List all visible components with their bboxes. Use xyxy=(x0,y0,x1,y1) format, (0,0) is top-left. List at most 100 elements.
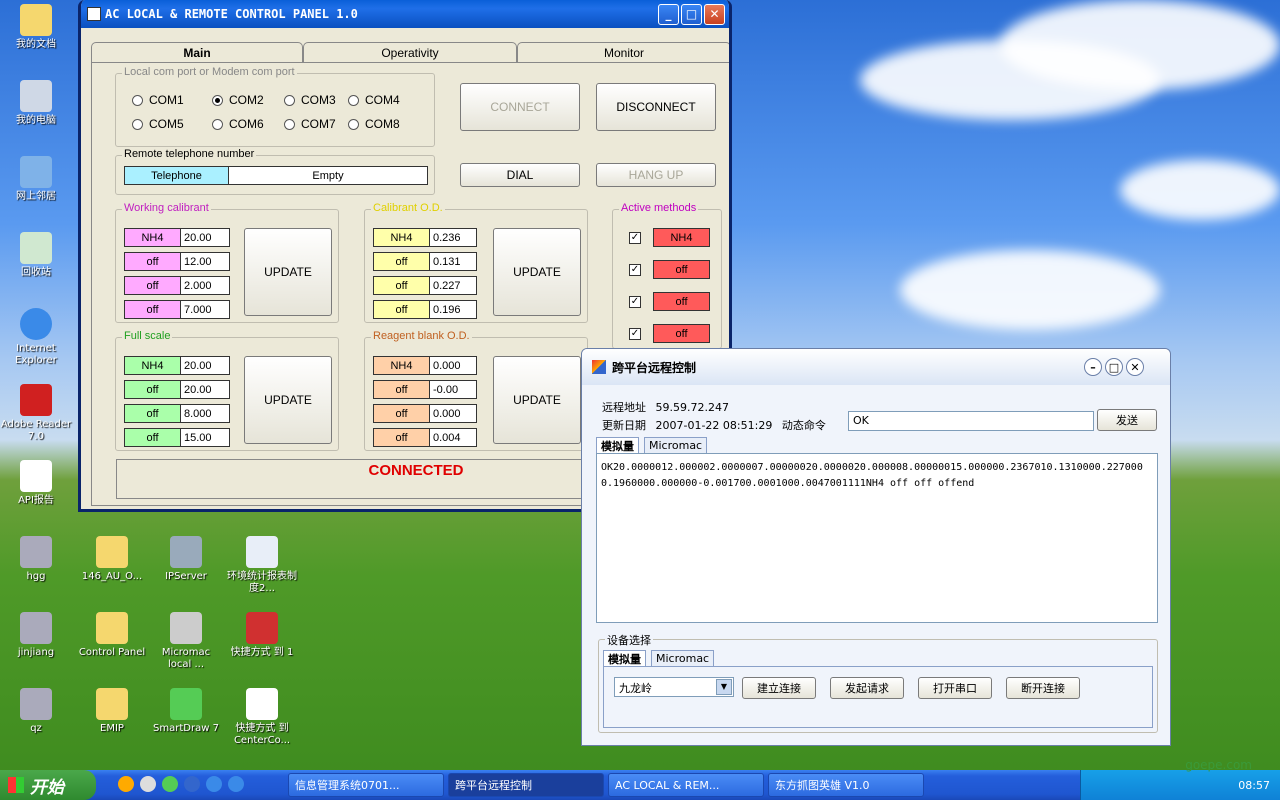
update-full-scale-button[interactable]: UPDATE xyxy=(244,356,332,444)
establish-connection-button[interactable]: 建立连接 xyxy=(742,677,816,699)
connect-button[interactable]: CONNECT xyxy=(460,83,580,131)
internet-explorer-icon[interactable]: Internet Explorer xyxy=(0,308,72,367)
telephone-field[interactable]: Empty xyxy=(228,166,428,185)
word-document-icon[interactable]: 环境统计报表制度2... xyxy=(226,536,298,595)
folder-icon[interactable]: 146_AU_O... xyxy=(76,536,148,583)
shortcut-phone-icon[interactable]: 快捷方式 到 1 xyxy=(226,612,298,659)
jinjiang-icon[interactable]: jinjiang xyxy=(0,612,72,659)
wc-value[interactable]: 12.00 xyxy=(180,252,230,271)
rb-value[interactable]: 0.000 xyxy=(429,356,477,375)
radio-com6[interactable]: COM6 xyxy=(212,117,264,131)
wc-value[interactable]: 20.00 xyxy=(180,228,230,247)
radio-com1[interactable]: COM1 xyxy=(132,93,184,107)
rb-value[interactable]: 0.004 xyxy=(429,428,477,447)
radio-com8[interactable]: COM8 xyxy=(348,117,400,131)
method-checkbox[interactable]: ✓ xyxy=(629,328,641,340)
close-button[interactable]: ✕ xyxy=(1126,358,1144,376)
network-places-icon[interactable]: 网上邻居 xyxy=(0,156,72,203)
maximize-button[interactable]: □ xyxy=(1105,358,1123,376)
command-input[interactable]: OK xyxy=(848,411,1094,431)
send-request-button[interactable]: 发起请求 xyxy=(830,677,904,699)
quick-launch-icon[interactable] xyxy=(118,776,134,792)
cod-value[interactable]: 0.196 xyxy=(429,300,477,319)
recycle-bin-icon[interactable]: 回收站 xyxy=(0,232,72,279)
minimize-button[interactable]: – xyxy=(1084,358,1102,376)
dial-button[interactable]: DIAL xyxy=(460,163,580,187)
radio-com7[interactable]: COM7 xyxy=(284,117,336,131)
tab-main[interactable]: Main xyxy=(91,42,303,62)
fs-value[interactable]: 20.00 xyxy=(180,380,230,399)
task-control-panel[interactable]: AC LOCAL & REM... xyxy=(608,773,764,797)
emip-folder-icon[interactable]: EMIP xyxy=(76,688,148,735)
maximize-button[interactable]: □ xyxy=(681,3,702,25)
radio-label: COM5 xyxy=(149,117,184,131)
output-textarea[interactable]: OK20.0000012.000002.0000007.00000020.000… xyxy=(596,453,1158,623)
api-report-icon[interactable]: API报告 xyxy=(0,460,72,507)
cod-value[interactable]: 0.131 xyxy=(429,252,477,271)
full-scale-group: Full scale NH4 20.00 off 20.00 off 8.000… xyxy=(115,330,339,451)
close-button[interactable]: ✕ xyxy=(704,3,725,25)
tab-operativity[interactable]: Operativity xyxy=(303,42,517,62)
start-button[interactable]: 开始 xyxy=(0,770,96,800)
fs-value[interactable]: 20.00 xyxy=(180,356,230,375)
fs-label: off xyxy=(124,404,181,423)
rb-value[interactable]: 0.000 xyxy=(429,404,477,423)
wc-value[interactable]: 2.000 xyxy=(180,276,230,295)
quick-launch-icon[interactable] xyxy=(140,776,156,792)
fs-value[interactable]: 15.00 xyxy=(180,428,230,447)
device-tab-analog[interactable]: 模拟量 xyxy=(603,650,646,666)
update-reagent-blank-button[interactable]: UPDATE xyxy=(493,356,581,444)
hgg-icon[interactable]: hgg xyxy=(0,536,72,583)
cod-value[interactable]: 0.236 xyxy=(429,228,477,247)
radio-com2[interactable]: COM2 xyxy=(212,93,264,107)
method-checkbox[interactable]: ✓ xyxy=(629,296,641,308)
tab-micromac[interactable]: Micromac xyxy=(644,437,708,453)
cod-label: off xyxy=(373,276,430,295)
shortcut-centerco-icon[interactable]: 快捷方式 到 CenterCo... xyxy=(226,688,298,747)
fs-value[interactable]: 8.000 xyxy=(180,404,230,423)
date-label: 更新日期 xyxy=(602,419,646,432)
device-tab-micromac[interactable]: Micromac xyxy=(651,650,715,666)
ipserver-icon[interactable]: IPServer xyxy=(150,536,222,583)
my-computer-icon[interactable]: 我的电脑 xyxy=(0,80,72,127)
hangup-button[interactable]: HANG UP xyxy=(596,163,716,187)
working-calibrant-group: Working calibrant NH4 20.00 off 12.00 of… xyxy=(115,202,339,323)
wc-value[interactable]: 7.000 xyxy=(180,300,230,319)
quick-launch-icon[interactable] xyxy=(228,776,244,792)
my-documents-icon[interactable]: 我的文档 xyxy=(0,4,72,51)
smartdraw-icon[interactable]: SmartDraw 7 xyxy=(150,688,222,735)
control-panel-icon[interactable]: Control Panel xyxy=(76,612,148,659)
open-serial-button[interactable]: 打开串口 xyxy=(918,677,992,699)
cod-value[interactable]: 0.227 xyxy=(429,276,477,295)
task-info-system[interactable]: 信息管理系统0701... xyxy=(288,773,444,797)
clock[interactable]: 08:57 xyxy=(1238,779,1270,792)
update-calibrant-od-button[interactable]: UPDATE xyxy=(493,228,581,316)
device-select[interactable]: 九龙岭 ▼ xyxy=(614,677,734,697)
quick-launch-icon[interactable] xyxy=(184,776,200,792)
radio-com4[interactable]: COM4 xyxy=(348,93,400,107)
disconnect-link-button[interactable]: 断开连接 xyxy=(1006,677,1080,699)
rb-value[interactable]: -0.00 xyxy=(429,380,477,399)
qz-icon[interactable]: qz xyxy=(0,688,72,735)
desktop-icon-label: Internet Explorer xyxy=(15,343,57,366)
radio-label: COM1 xyxy=(149,93,184,107)
task-screenshot-tool[interactable]: 东方抓图英雄 V1.0 xyxy=(768,773,924,797)
quick-launch-icon[interactable] xyxy=(162,776,178,792)
chevron-down-icon[interactable]: ▼ xyxy=(716,679,732,695)
update-working-calibrant-button[interactable]: UPDATE xyxy=(244,228,332,316)
radio-com3[interactable]: COM3 xyxy=(284,93,336,107)
tab-analog[interactable]: 模拟量 xyxy=(596,437,639,453)
quick-launch-icon[interactable] xyxy=(206,776,222,792)
remote-window-title: 跨平台远程控制 xyxy=(612,360,697,375)
micromac-icon[interactable]: Micromac local ... xyxy=(150,612,222,671)
minimize-button[interactable]: _ xyxy=(658,3,679,25)
method-checkbox[interactable]: ✓ xyxy=(629,264,641,276)
task-remote-control[interactable]: 跨平台远程控制 xyxy=(448,773,604,797)
radio-com5[interactable]: COM5 xyxy=(132,117,184,131)
disconnect-button[interactable]: DISCONNECT xyxy=(596,83,716,131)
watermark: goepe.com xyxy=(1185,758,1252,772)
send-button[interactable]: 发送 xyxy=(1097,409,1157,431)
method-checkbox[interactable]: ✓ xyxy=(629,232,641,244)
adobe-reader-icon[interactable]: Adobe Reader 7.0 xyxy=(0,384,72,443)
tab-monitor[interactable]: Monitor xyxy=(517,42,729,62)
